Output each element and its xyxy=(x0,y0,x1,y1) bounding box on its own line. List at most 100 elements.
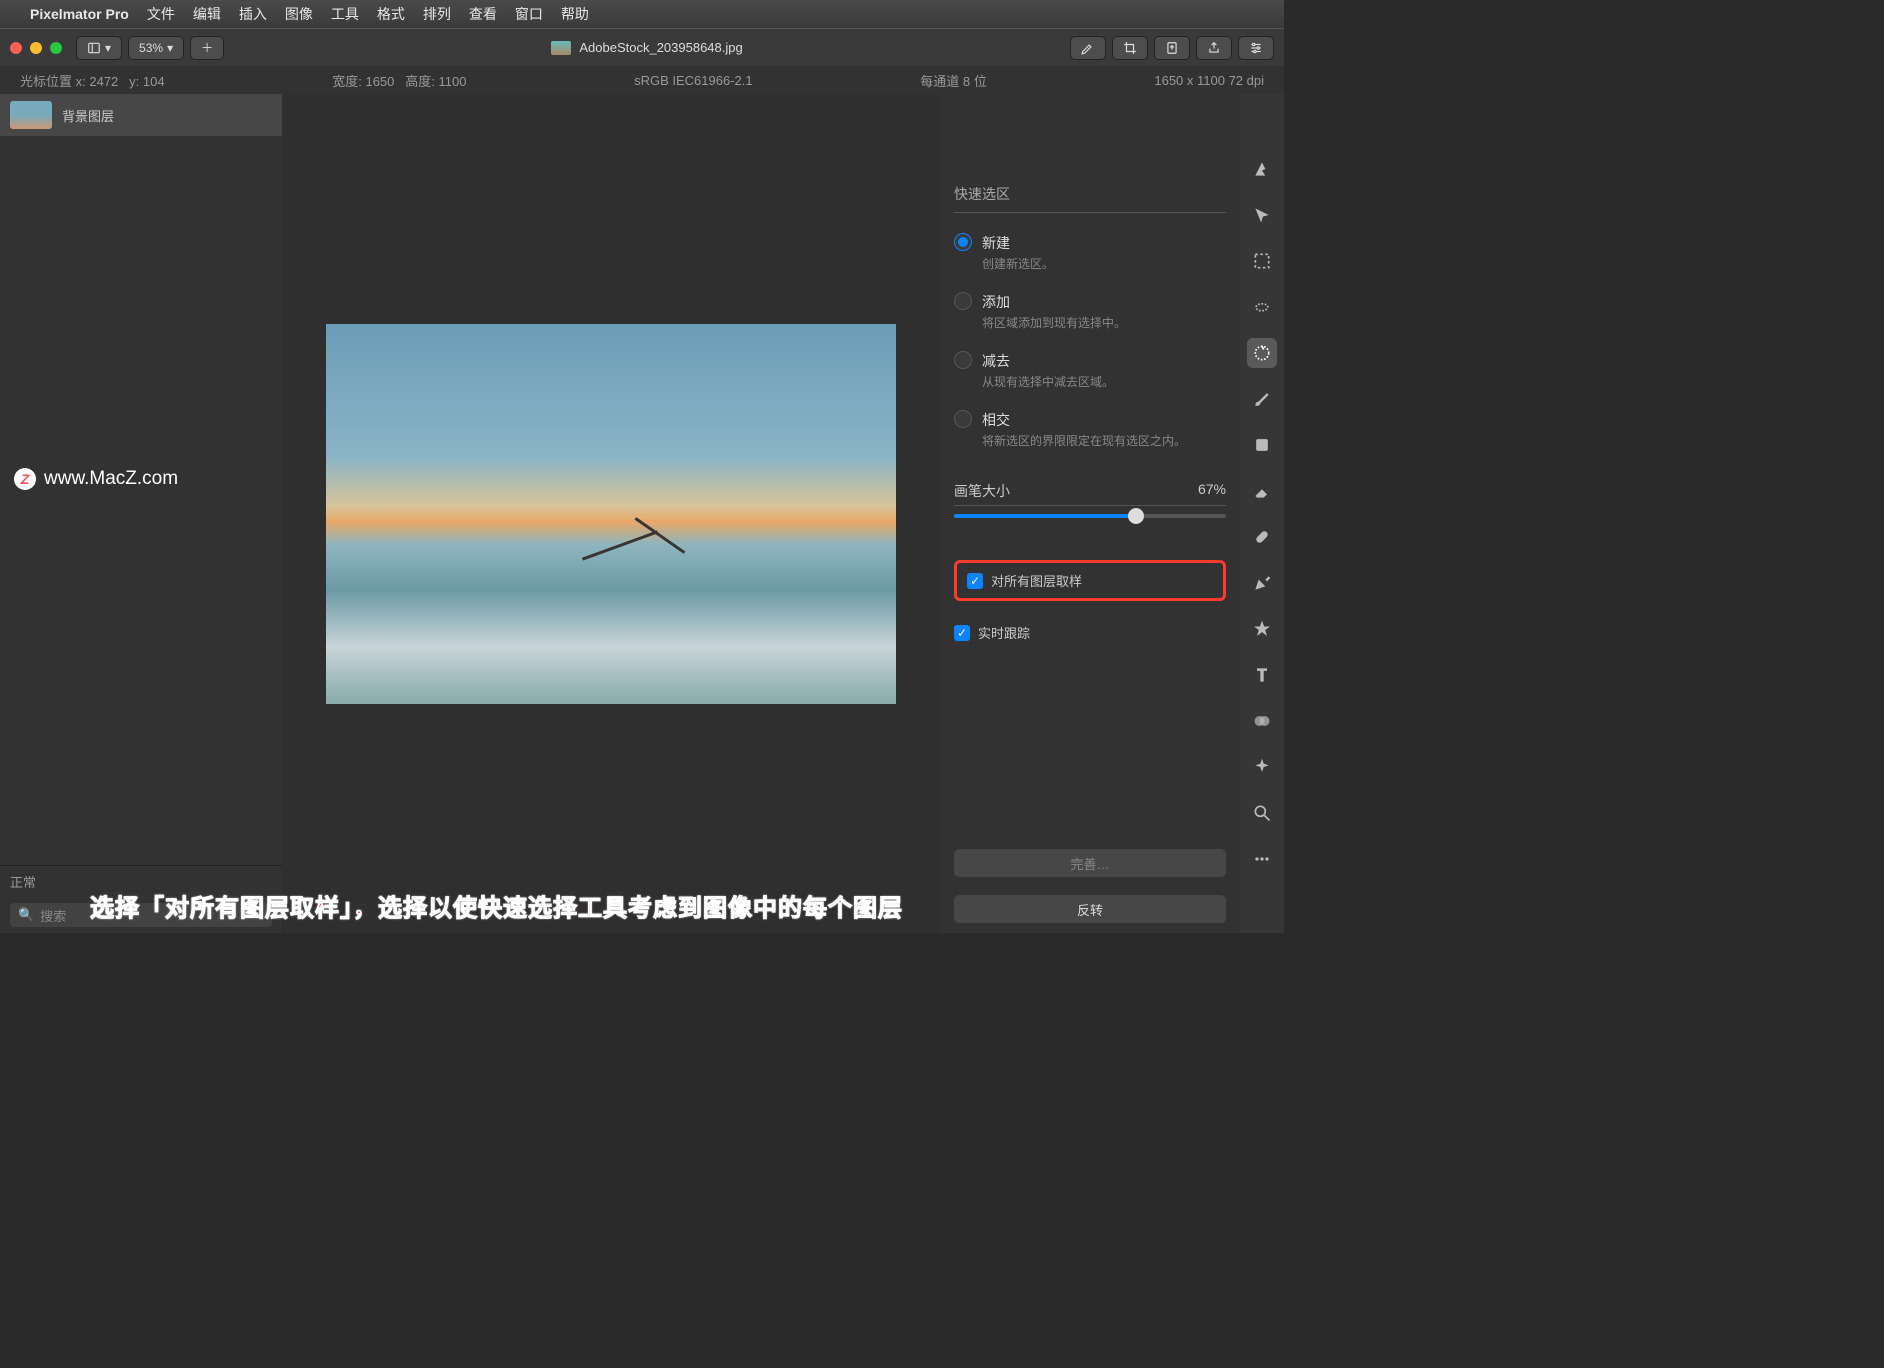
highlight-annotation: ✓ 对所有图层取样 xyxy=(954,560,1226,601)
live-track-row[interactable]: ✓ 实时跟踪 xyxy=(954,623,1226,642)
radio-add[interactable] xyxy=(954,292,972,310)
watermark-badge-icon: Z xyxy=(14,468,36,490)
heal-tool-icon[interactable] xyxy=(1247,522,1277,552)
mode-new-desc: 创建新选区。 xyxy=(982,255,1226,272)
mode-intersect-title: 相交 xyxy=(982,410,1226,430)
plus-icon: ＋ xyxy=(201,39,213,56)
sample-all-row[interactable]: ✓ 对所有图层取样 xyxy=(967,571,1213,590)
app-name[interactable]: Pixelmator Pro xyxy=(30,6,129,22)
menu-image[interactable]: 图像 xyxy=(285,4,313,24)
share-button[interactable] xyxy=(1196,36,1232,60)
mode-add-row[interactable]: 添加 将区域添加到现有选择中。 xyxy=(954,292,1226,331)
cursor-x-label: 光标位置 x: xyxy=(20,74,86,89)
minimize-button[interactable] xyxy=(30,42,42,54)
mode-add-title: 添加 xyxy=(982,292,1226,312)
arrow-tool-icon[interactable] xyxy=(1247,200,1277,230)
color-profile: sRGB IEC61966-2.1 xyxy=(634,73,753,88)
mode-intersect-row[interactable]: 相交 将新选区的界限限定在现有选区之内。 xyxy=(954,410,1226,449)
add-button[interactable]: ＋ xyxy=(190,36,224,60)
height-label: 高度: xyxy=(405,74,435,89)
cursor-y-label: y: xyxy=(129,74,139,89)
blend-mode-dropdown[interactable]: 正常 xyxy=(10,872,36,891)
menu-format[interactable]: 格式 xyxy=(377,4,405,24)
eraser-tool-icon[interactable] xyxy=(1247,476,1277,506)
zoom-tool-icon[interactable] xyxy=(1247,798,1277,828)
zoom-dropdown[interactable]: 53% ▾ xyxy=(128,36,184,60)
sample-all-label: 对所有图层取样 xyxy=(991,571,1082,590)
radio-new[interactable] xyxy=(954,233,972,251)
chevron-down-icon: ▾ xyxy=(167,41,173,55)
mode-subtract-desc: 从现有选择中减去区域。 xyxy=(982,373,1226,390)
style-tool-icon[interactable] xyxy=(1247,154,1277,184)
cursor-y-value: 104 xyxy=(143,74,165,89)
colorfill-tool-icon[interactable] xyxy=(1247,706,1277,736)
marquee-tool-icon[interactable] xyxy=(1247,246,1277,276)
dimensions-dpi: 1650 x 1100 72 dpi xyxy=(1154,73,1264,88)
mode-new-row[interactable]: 新建 创建新选区。 xyxy=(954,233,1226,272)
sidebar-toggle-button[interactable]: ▾ xyxy=(76,36,122,60)
watermark: Z www.MacZ.com xyxy=(14,468,178,490)
menu-help[interactable]: 帮助 xyxy=(561,4,589,24)
menu-file[interactable]: 文件 xyxy=(147,4,175,24)
titlebar: ▾ 53% ▾ ＋ AdobeStock_203958648.jpg xyxy=(0,28,1284,66)
refine-button[interactable]: 完善… xyxy=(954,849,1226,877)
brush-tool-icon[interactable] xyxy=(1247,384,1277,414)
live-track-label: 实时跟踪 xyxy=(978,623,1030,642)
adjustments-button[interactable] xyxy=(1238,36,1274,60)
layer-row-bg[interactable]: 背景图层 xyxy=(0,94,282,136)
inspector-title: 快速选区 xyxy=(954,184,1226,213)
effects-tool-icon[interactable] xyxy=(1247,752,1277,782)
height-value: 1100 xyxy=(438,74,466,89)
radio-subtract[interactable] xyxy=(954,351,972,369)
traffic-lights xyxy=(10,42,62,54)
mode-new-title: 新建 xyxy=(982,233,1226,253)
zoom-value: 53% xyxy=(139,41,163,55)
info-bar: 光标位置 x: 2472 y: 104 宽度: 1650 高度: 1100 sR… xyxy=(0,66,1284,94)
width-value: 1650 xyxy=(365,74,394,89)
quickselect-tool-icon[interactable] xyxy=(1247,338,1277,368)
menu-insert[interactable]: 插入 xyxy=(239,4,267,24)
mode-add-desc: 将区域添加到现有选择中。 xyxy=(982,314,1226,331)
mode-subtract-title: 减去 xyxy=(982,351,1226,371)
invert-button[interactable]: 反转 xyxy=(954,895,1226,923)
document-title: AdobeStock_203958648.jpg xyxy=(224,40,1070,55)
canvas-area[interactable] xyxy=(282,94,940,933)
menu-edit[interactable]: 编辑 xyxy=(193,4,221,24)
shape-tool-icon[interactable] xyxy=(1247,430,1277,460)
live-track-checkbox[interactable]: ✓ xyxy=(954,625,970,641)
menu-view[interactable]: 查看 xyxy=(469,4,497,24)
search-placeholder: 搜索 xyxy=(40,906,66,925)
fullscreen-button[interactable] xyxy=(50,42,62,54)
bit-depth: 每通道 8 位 xyxy=(920,71,986,90)
menu-tools[interactable]: 工具 xyxy=(331,4,359,24)
brush-size-slider[interactable] xyxy=(954,514,1226,518)
pen-tool-icon[interactable] xyxy=(1247,568,1277,598)
tool-strip xyxy=(1240,94,1284,933)
sample-all-checkbox[interactable]: ✓ xyxy=(967,573,983,589)
favorites-tool-icon[interactable] xyxy=(1247,614,1277,644)
color-picker-button[interactable] xyxy=(1070,36,1106,60)
brush-size-label: 画笔大小 xyxy=(954,481,1010,501)
image-subject xyxy=(600,514,720,594)
macos-menubar: Pixelmator Pro 文件 编辑 插入 图像 工具 格式 排列 查看 窗… xyxy=(0,0,1284,28)
freeselect-tool-icon[interactable] xyxy=(1247,292,1277,322)
width-label: 宽度: xyxy=(332,74,362,89)
inspector-panel: 快速选区 新建 创建新选区。 添加 将区域添加到现有选择中。 减去 xyxy=(940,94,1240,933)
brush-size-value: 67% xyxy=(1198,481,1226,501)
export-button[interactable] xyxy=(1154,36,1190,60)
radio-intersect[interactable] xyxy=(954,410,972,428)
menu-window[interactable]: 窗口 xyxy=(515,4,543,24)
mode-subtract-row[interactable]: 减去 从现有选择中减去区域。 xyxy=(954,351,1226,390)
layers-panel: 背景图层 Z www.MacZ.com 正常 🔍 搜索 xyxy=(0,94,282,933)
close-button[interactable] xyxy=(10,42,22,54)
layer-thumbnail xyxy=(10,101,52,129)
cursor-x-value: 2472 xyxy=(89,74,118,89)
text-tool-icon[interactable] xyxy=(1247,660,1277,690)
crop-button[interactable] xyxy=(1112,36,1148,60)
more-tool-icon[interactable] xyxy=(1247,844,1277,874)
document-thumb xyxy=(551,41,571,55)
chevron-down-icon: ▾ xyxy=(105,41,111,55)
app-window: ▾ 53% ▾ ＋ AdobeStock_203958648.jpg 光标位置 … xyxy=(0,28,1284,933)
filename-label: AdobeStock_203958648.jpg xyxy=(579,40,742,55)
menu-arrange[interactable]: 排列 xyxy=(423,4,451,24)
